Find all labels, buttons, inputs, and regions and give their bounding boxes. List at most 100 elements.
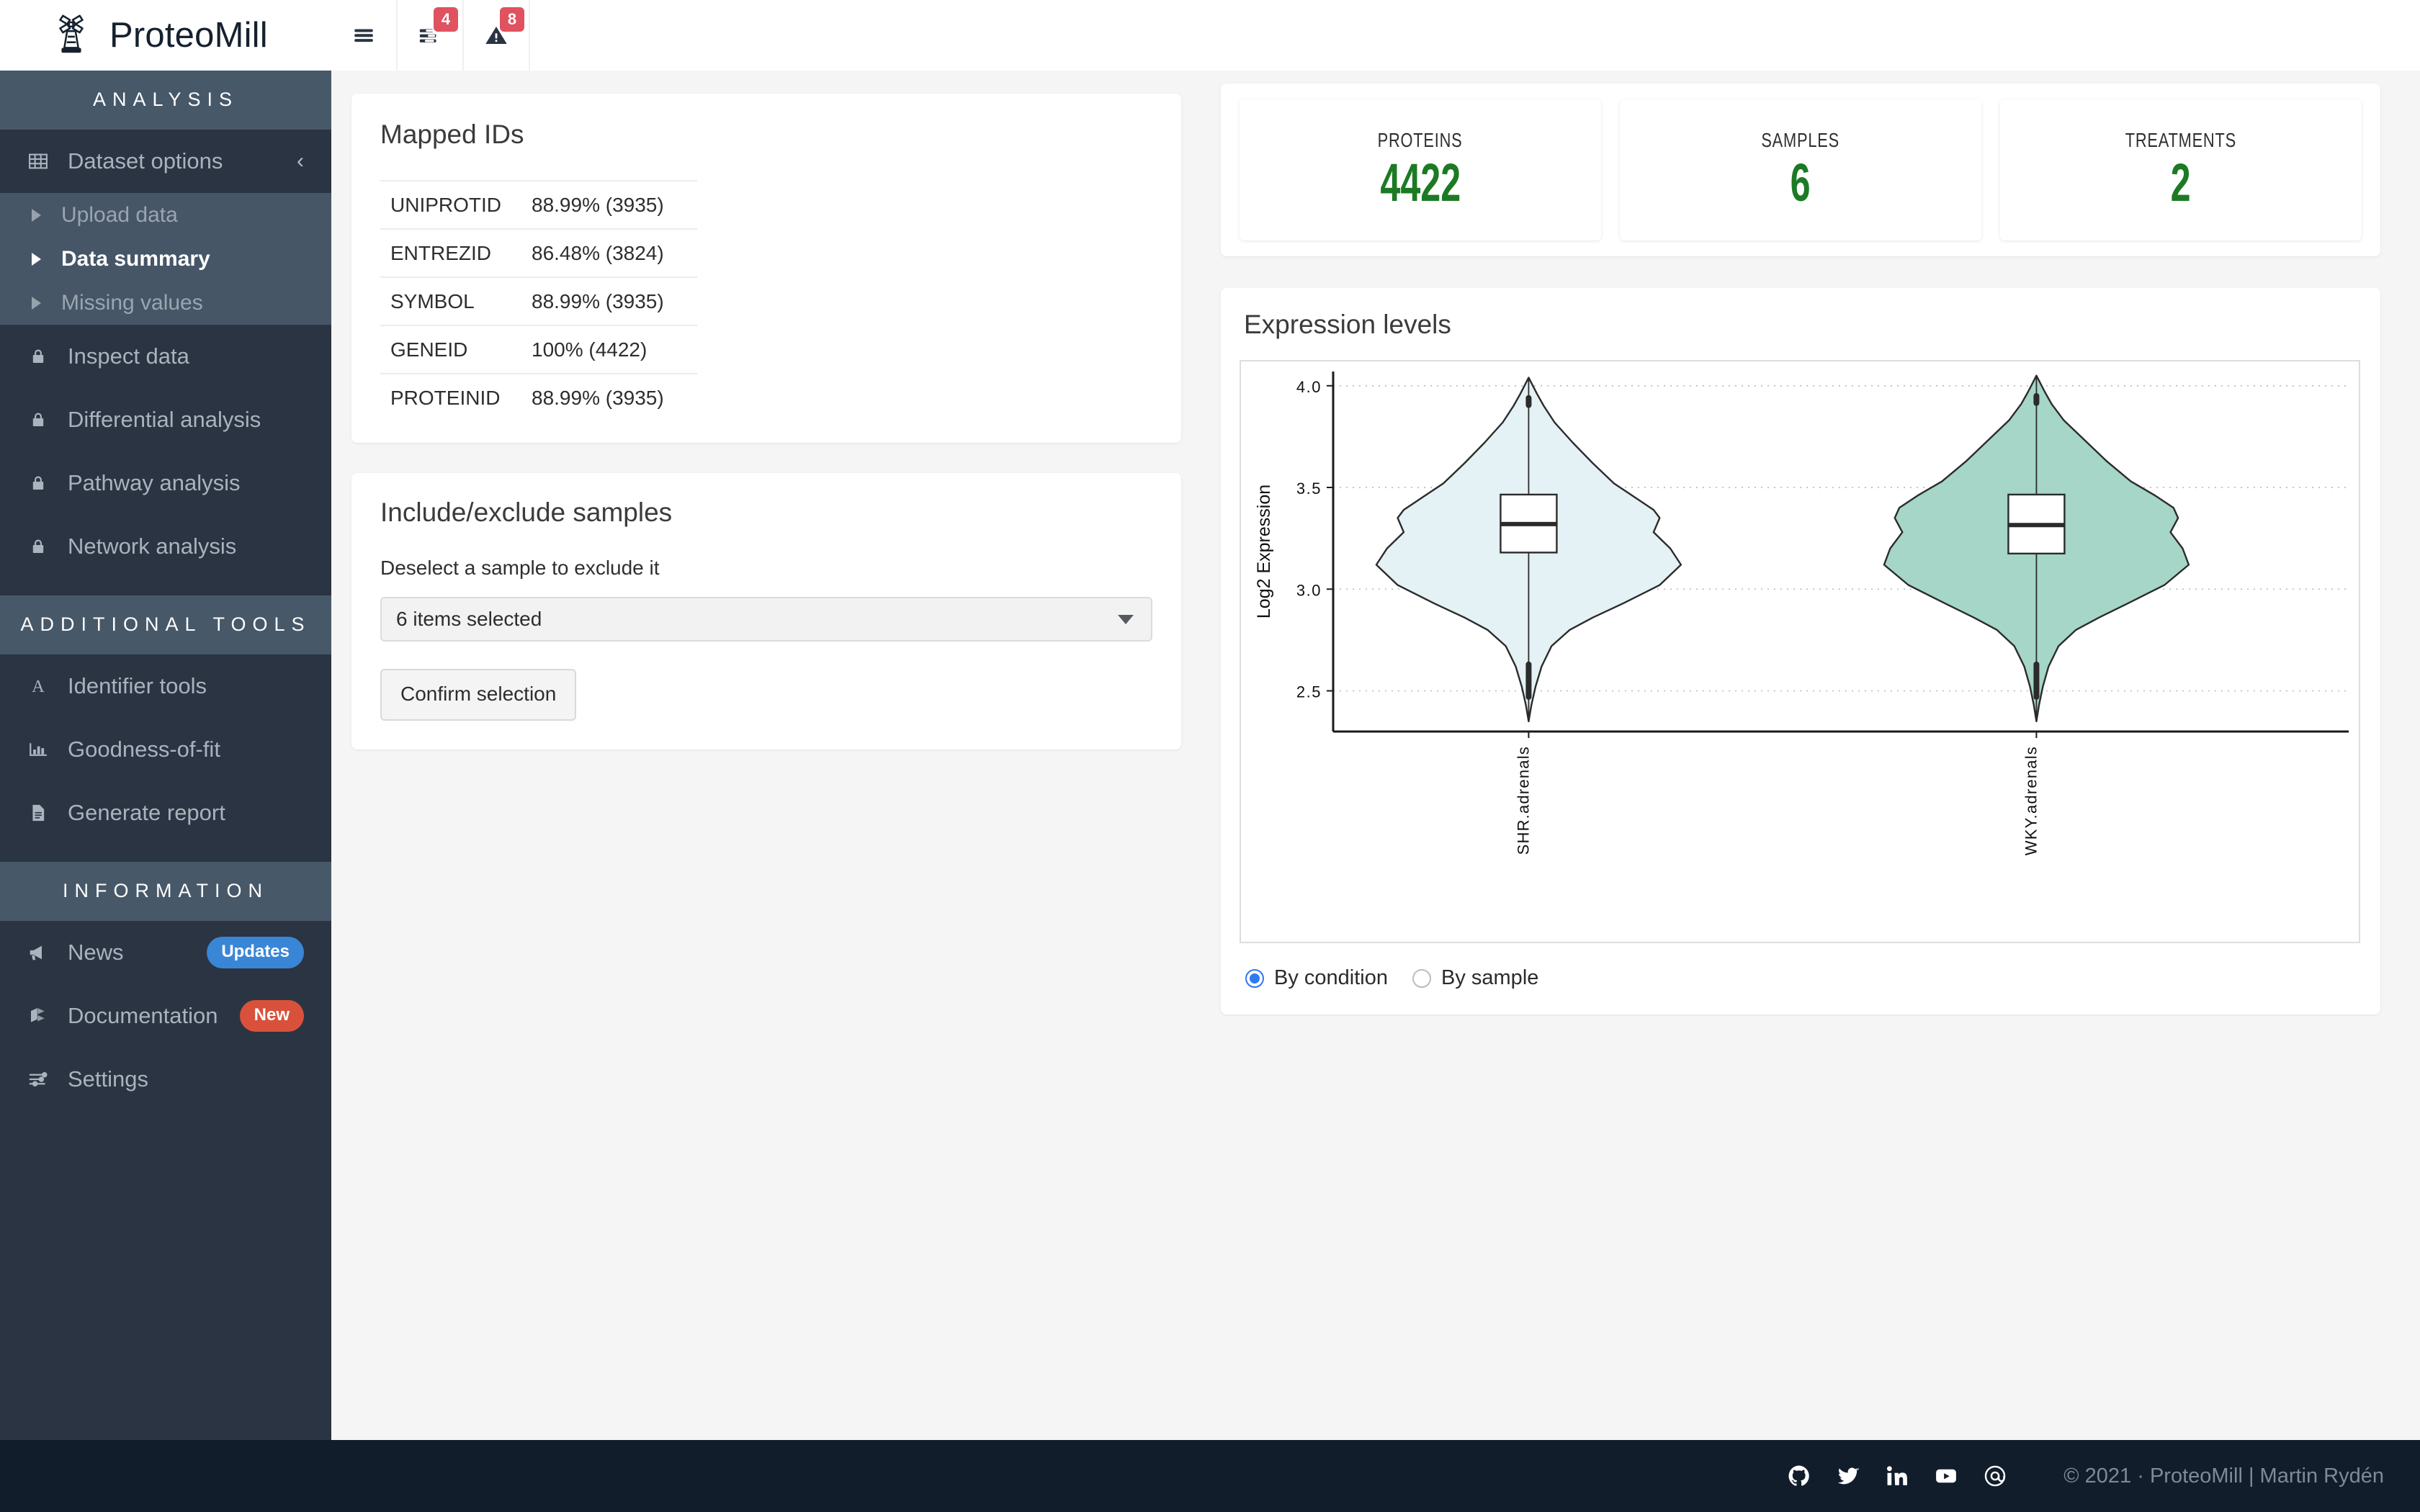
radio-by-sample[interactable]: By sample bbox=[1412, 966, 1538, 990]
radio-label: By condition bbox=[1274, 966, 1388, 990]
twitter-icon[interactable] bbox=[1836, 1464, 1860, 1488]
alerts-badge: 8 bbox=[500, 7, 524, 32]
caret-right-icon bbox=[32, 297, 41, 310]
lock-icon bbox=[26, 408, 50, 432]
sidebar-item-label: Settings bbox=[68, 1066, 331, 1092]
sidebar-subitem-label: Upload data bbox=[61, 203, 178, 228]
sidebar-item-differential-analysis[interactable]: Differential analysis bbox=[0, 388, 331, 451]
radio-dot-selected[interactable] bbox=[1245, 969, 1264, 988]
sidebar-item-upload-data[interactable]: Upload data bbox=[0, 193, 331, 237]
mapped-ids-card: Mapped IDs UNIPROTID 88.99% (3935) ENTRE… bbox=[351, 94, 1181, 443]
brand-name: ProteoMill bbox=[109, 15, 268, 55]
id-value: 88.99% (3935) bbox=[532, 374, 697, 421]
tasks-badge: 4 bbox=[434, 7, 458, 32]
group-by-radio-group: By condition By sample bbox=[1240, 966, 2362, 990]
caret-right-icon bbox=[32, 209, 41, 222]
svg-text:3.0: 3.0 bbox=[1296, 581, 1322, 599]
lock-icon bbox=[26, 534, 50, 559]
lock-icon bbox=[26, 471, 50, 495]
sidebar-subitem-label: Data summary bbox=[61, 247, 210, 271]
svg-text:3.5: 3.5 bbox=[1296, 480, 1322, 498]
right-column: PROTEINS 4422 SAMPLES 6 TREATMENTS 2 Exp… bbox=[1221, 84, 2380, 1014]
table-row: ENTREZID 86.48% (3824) bbox=[380, 229, 697, 277]
windmill-icon bbox=[49, 13, 94, 58]
footer: © 2021 · ProteoMill | Martin Rydén bbox=[0, 1440, 2420, 1512]
sidebar-item-label: Inspect data bbox=[68, 343, 331, 369]
at-email-icon[interactable] bbox=[1983, 1464, 2007, 1488]
dataset-options-submenu: Upload data Data summary Missing values bbox=[0, 193, 331, 325]
status-badge[interactable]: New bbox=[240, 1000, 304, 1032]
sidebar-item-label: Differential analysis bbox=[68, 407, 331, 433]
lock-icon bbox=[26, 344, 50, 369]
stats-panel: PROTEINS 4422 SAMPLES 6 TREATMENTS 2 bbox=[1221, 84, 2380, 256]
status-badge[interactable]: Updates bbox=[207, 937, 304, 968]
stat-label: TREATMENTS bbox=[2125, 129, 2236, 152]
sidebar-item-documentation[interactable]: Documentation New bbox=[0, 984, 331, 1048]
document-icon bbox=[26, 801, 50, 825]
topbar: 4 8 bbox=[331, 0, 2420, 71]
id-key: PROTEINID bbox=[380, 374, 532, 421]
section-heading-analysis: ANALYSIS bbox=[0, 71, 331, 130]
copyright-text: © 2021 · ProteoMill | Martin Rydén bbox=[2063, 1464, 2384, 1488]
violin-plot[interactable]: 2.53.03.54.0Log2 ExpressionSHR.adrenalsW… bbox=[1240, 360, 2360, 943]
sidebar-item-news[interactable]: News Updates bbox=[0, 921, 331, 984]
sidebar-item-pathway-analysis[interactable]: Pathway analysis bbox=[0, 451, 331, 515]
sidebar-item-label: Goodness-of-fit bbox=[68, 737, 331, 762]
chevron-down-icon bbox=[1118, 615, 1134, 624]
id-value: 88.99% (3935) bbox=[532, 181, 697, 229]
svg-text:Log2 Expression: Log2 Expression bbox=[1254, 485, 1274, 618]
sidebar-item-identifier-tools[interactable]: A Identifier tools bbox=[0, 654, 331, 718]
github-icon[interactable] bbox=[1787, 1464, 1811, 1488]
linkedin-icon[interactable] bbox=[1885, 1464, 1909, 1488]
svg-text:WKY.adrenals: WKY.adrenals bbox=[2022, 746, 2040, 855]
mapped-ids-table: UNIPROTID 88.99% (3935) ENTREZID 86.48% … bbox=[380, 180, 697, 421]
include-exclude-card: Include/exclude samples Deselect a sampl… bbox=[351, 473, 1181, 750]
confirm-selection-button[interactable]: Confirm selection bbox=[380, 669, 576, 721]
stat-card-proteins: PROTEINS 4422 bbox=[1240, 99, 1601, 240]
sidebar-item-label: Generate report bbox=[68, 800, 331, 826]
page-title-mapped-ids: Mapped IDs bbox=[380, 120, 1152, 150]
id-key: GENEID bbox=[380, 325, 532, 374]
radio-dot[interactable] bbox=[1412, 969, 1431, 988]
id-value: 86.48% (3824) bbox=[532, 229, 697, 277]
megaphone-icon bbox=[26, 940, 50, 965]
sidebar-item-missing-values[interactable]: Missing values bbox=[0, 281, 331, 325]
sidebar-item-network-analysis[interactable]: Network analysis bbox=[0, 515, 331, 578]
sidebar-item-label: Pathway analysis bbox=[68, 470, 331, 496]
chevron-left-icon[interactable]: ‹ bbox=[297, 149, 304, 174]
sidebar-item-generate-report[interactable]: Generate report bbox=[0, 781, 331, 845]
table-row: SYMBOL 88.99% (3935) bbox=[380, 277, 697, 325]
stat-label: SAMPLES bbox=[1762, 129, 1840, 152]
tasks-button[interactable]: 4 bbox=[398, 0, 464, 71]
violin-plot-svg: 2.53.03.54.0Log2 ExpressionSHR.adrenalsW… bbox=[1241, 361, 2359, 942]
sidebar-item-goodness-of-fit[interactable]: Goodness-of-fit bbox=[0, 718, 331, 781]
id-value: 100% (4422) bbox=[532, 325, 697, 374]
stat-card-treatments: TREATMENTS 2 bbox=[2000, 99, 2362, 240]
brand[interactable]: ProteoMill bbox=[0, 0, 331, 71]
sidebar-item-dataset-options[interactable]: Dataset options ‹ bbox=[0, 130, 331, 193]
sidebar-item-inspect-data[interactable]: Inspect data bbox=[0, 325, 331, 388]
page-title-expression-levels: Expression levels bbox=[1240, 310, 2362, 340]
svg-text:SHR.adrenals: SHR.adrenals bbox=[1514, 746, 1532, 855]
id-key: UNIPROTID bbox=[380, 181, 532, 229]
caret-right-icon bbox=[32, 253, 41, 266]
stat-value: 6 bbox=[1791, 155, 1811, 211]
bar-chart-icon bbox=[26, 737, 50, 762]
letter-a-icon: A bbox=[26, 674, 50, 698]
sample-select[interactable]: 6 items selected bbox=[380, 597, 1152, 642]
radio-by-condition[interactable]: By condition bbox=[1245, 966, 1388, 990]
table-grid-icon bbox=[26, 149, 50, 174]
svg-text:4.0: 4.0 bbox=[1296, 378, 1322, 396]
stat-value: 4422 bbox=[1380, 155, 1461, 211]
main-content: Mapped IDs UNIPROTID 88.99% (3935) ENTRE… bbox=[331, 71, 2420, 1440]
sidebar-subitem-label: Missing values bbox=[61, 291, 203, 315]
alerts-button[interactable]: 8 bbox=[464, 0, 530, 71]
sidebar: ProteoMill ANALYSIS Dataset options ‹ Up… bbox=[0, 0, 331, 1440]
sidebar-item-label: Documentation bbox=[68, 1003, 223, 1029]
sidebar-item-data-summary[interactable]: Data summary bbox=[0, 237, 331, 281]
hamburger-menu-button[interactable] bbox=[331, 0, 398, 71]
sliders-icon bbox=[26, 1067, 50, 1092]
youtube-icon[interactable] bbox=[1934, 1464, 1958, 1488]
sidebar-item-settings[interactable]: Settings bbox=[0, 1048, 331, 1111]
left-column: Mapped IDs UNIPROTID 88.99% (3935) ENTRE… bbox=[351, 94, 1181, 750]
